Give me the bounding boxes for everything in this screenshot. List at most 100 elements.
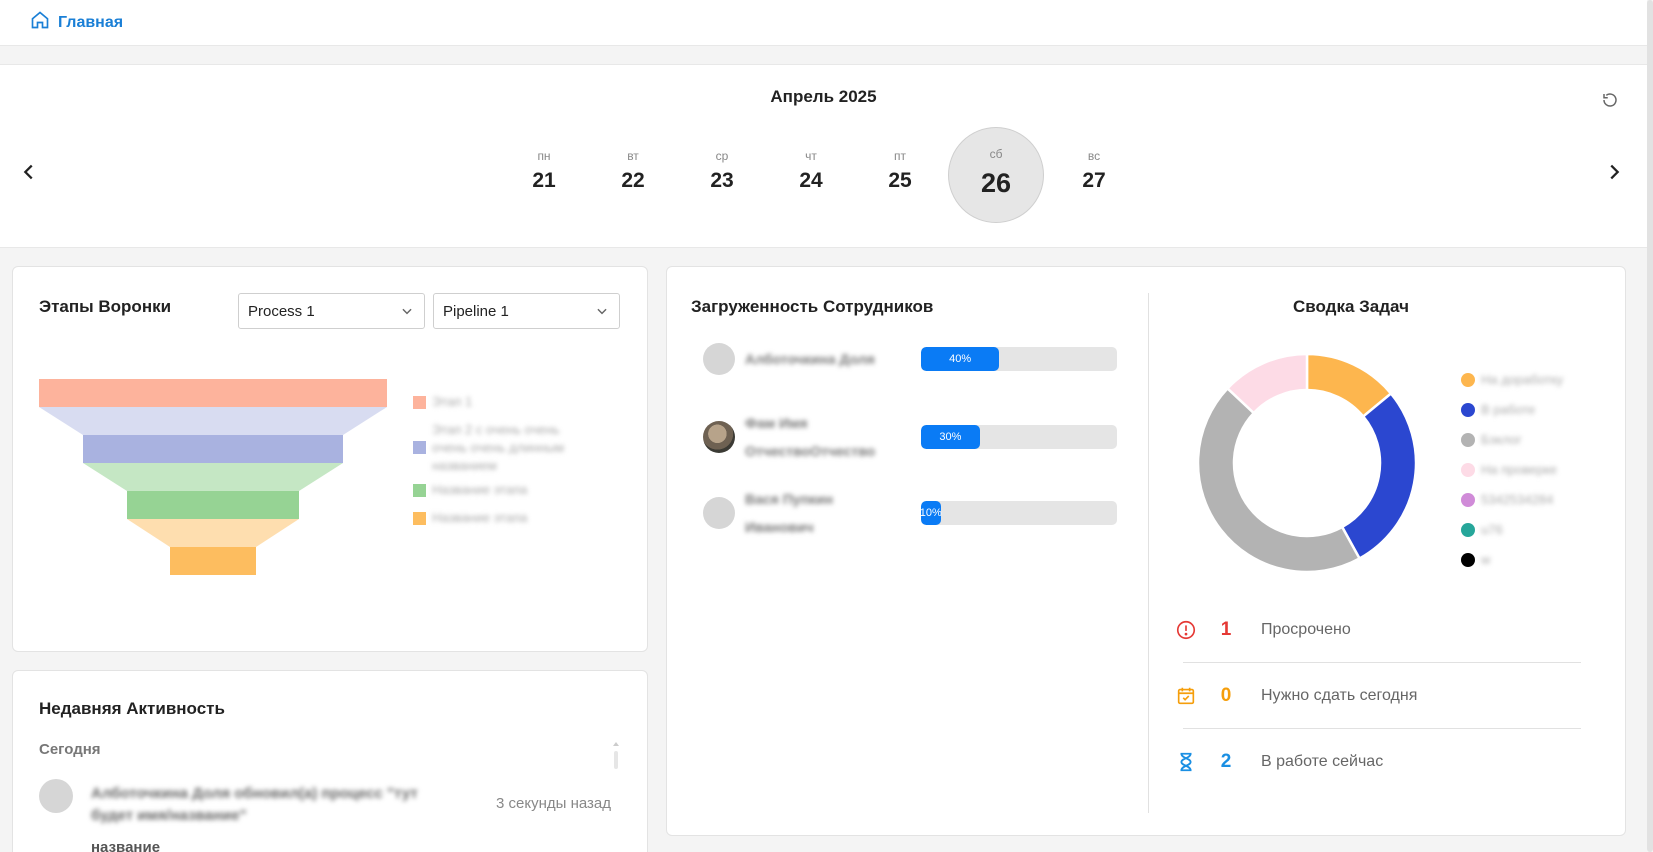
- employee-load-card: Загруженность Сотрудников Алботочкина До…: [666, 266, 1626, 836]
- page-scrollbar-track[interactable]: [1647, 0, 1653, 852]
- top-bar: Главная: [0, 0, 1647, 46]
- avatar: [703, 343, 735, 375]
- day-of-week: вт: [627, 149, 639, 163]
- summary-legend-item: Бэклог: [1461, 431, 1522, 449]
- legend-swatch: [413, 441, 426, 454]
- activity-time: 3 секунды назад: [496, 795, 611, 812]
- employee-name: Фам Имя ОтчествоОтчество: [745, 415, 876, 459]
- legend-label: Этап 1: [432, 394, 473, 409]
- calendar-day[interactable]: ср 23: [692, 149, 752, 193]
- calendar-day[interactable]: вс 27: [1064, 149, 1124, 193]
- legend-label: На проверке: [1481, 462, 1558, 477]
- stat-due-today[interactable]: 0 Нужно сдать сегодня: [1177, 663, 1581, 729]
- employee-name: Алботочкина Доля: [745, 351, 875, 367]
- funnel-stage-2: [83, 435, 343, 463]
- legend-dot: [1461, 403, 1475, 417]
- funnel-stage-3: [127, 491, 299, 519]
- legend-dot: [1461, 433, 1475, 447]
- chevron-left-icon[interactable]: [18, 161, 40, 183]
- hourglass-icon: [1175, 751, 1197, 773]
- calendar-day[interactable]: пн 21: [514, 149, 574, 193]
- load-bar-track: 10%: [921, 501, 1117, 525]
- stat-in-progress[interactable]: 2 В работе сейчас: [1180, 729, 1581, 795]
- stat-number: 0: [1220, 684, 1232, 706]
- chevron-down-icon: [595, 304, 609, 318]
- legend-dot: [1461, 373, 1475, 387]
- avatar: [703, 421, 735, 453]
- day-of-week: сб: [989, 147, 1003, 161]
- legend-dot: [1461, 553, 1475, 567]
- legend-label: 5342534284: [1481, 492, 1554, 507]
- chevron-down-icon: [400, 304, 414, 318]
- task-summary-title: Сводка Задач: [1293, 297, 1409, 316]
- funnel-legend-item: Этап 2 с очень очень очень очень длинным…: [413, 421, 583, 475]
- calendar-day[interactable]: чт 24: [781, 149, 841, 193]
- employee-name: Вася Пупкин Иванович: [745, 491, 834, 535]
- legend-label: В работе: [1481, 402, 1536, 417]
- load-bar-track: 40%: [921, 347, 1117, 371]
- funnel-stage-3-connector: [127, 519, 299, 547]
- chevron-right-icon[interactable]: [1603, 161, 1625, 183]
- day-of-week: пн: [537, 149, 551, 163]
- day-of-week: ср: [715, 149, 729, 163]
- day-of-week: вс: [1087, 149, 1101, 163]
- day-number: 21: [532, 169, 556, 192]
- activity-scrollbar[interactable]: [613, 741, 619, 771]
- funnel-legend-item: Название этапа: [413, 509, 527, 527]
- load-percent: 40%: [949, 353, 972, 365]
- donut-slice[interactable]: [1340, 391, 1418, 561]
- activity-title: Недавняя Активность: [39, 699, 225, 718]
- day-of-week: чт: [805, 149, 817, 163]
- load-bar-fill: 40%: [921, 347, 1000, 371]
- stat-number: 1: [1220, 618, 1232, 640]
- day-number: 23: [710, 169, 734, 192]
- employee-load-title: Загруженность Сотрудников: [691, 297, 934, 316]
- summary-legend-item: На доработку: [1461, 371, 1563, 389]
- recent-activity-card: Недавняя Активность Сегодня Алботочкина …: [12, 670, 648, 852]
- calendar-check-icon: [1175, 685, 1197, 707]
- legend-dot: [1461, 463, 1475, 477]
- legend-dot: [1461, 493, 1475, 507]
- donut-slice[interactable]: [1196, 386, 1362, 574]
- calendar-day[interactable]: вт 22: [603, 149, 663, 193]
- process-select[interactable]: Process 1: [238, 293, 425, 329]
- day-number: 25: [888, 169, 912, 192]
- employee-row[interactable]: Алботочкина Доля 40%: [703, 337, 1117, 381]
- calendar-month-title: Апрель 2025: [770, 87, 877, 106]
- week-calendar: Апрель 2025 пн 21 вт 22 ср 23 чт 24 пт 2…: [0, 64, 1647, 248]
- calendar-day-selected[interactable]: сб 26: [948, 127, 1044, 223]
- funnel-legend-item: Этап 1: [413, 393, 472, 411]
- funnel-stage-4: [170, 547, 256, 575]
- pipeline-select[interactable]: Pipeline 1: [433, 293, 620, 329]
- employee-row[interactable]: Вася Пупкин Иванович 10%: [703, 483, 1117, 545]
- legend-label: Бэклог: [1481, 432, 1522, 447]
- stat-overdue[interactable]: 1 Просрочено: [1176, 597, 1581, 663]
- avatar: [39, 779, 73, 813]
- funnel-stage-1-connector: [39, 407, 387, 435]
- vertical-divider: [1148, 293, 1149, 813]
- legend-label: Название этапа: [432, 510, 528, 525]
- load-percent: 10%: [921, 507, 942, 519]
- stat-label: Просрочено: [1261, 620, 1351, 638]
- legend-label: Название этапа: [432, 482, 528, 497]
- day-number: 26: [980, 168, 1012, 198]
- process-select-value: Process 1: [248, 302, 315, 320]
- funnel-stage-2-connector: [83, 463, 343, 491]
- home-link[interactable]: Главная: [30, 10, 123, 35]
- reset-icon[interactable]: [1601, 91, 1619, 109]
- day-number: 24: [799, 169, 823, 192]
- page-scrollbar-thumb[interactable]: [1647, 0, 1653, 852]
- load-percent: 30%: [939, 431, 962, 443]
- stat-number: 2: [1220, 751, 1232, 772]
- pipeline-select-value: Pipeline 1: [443, 302, 509, 320]
- load-bar-track: 30%: [921, 425, 1117, 449]
- calendar-day[interactable]: пт 25: [870, 149, 930, 193]
- employee-row[interactable]: Фам Имя ОтчествоОтчество 30%: [703, 407, 1117, 469]
- legend-label: w: [1481, 552, 1491, 567]
- funnel-title: Этапы Воронки: [39, 297, 172, 316]
- funnel-chart: [39, 379, 387, 575]
- summary-legend-item: 5342534284: [1461, 491, 1553, 509]
- avatar: [703, 497, 735, 529]
- day-of-week: пт: [894, 149, 906, 163]
- home-icon: [30, 10, 50, 35]
